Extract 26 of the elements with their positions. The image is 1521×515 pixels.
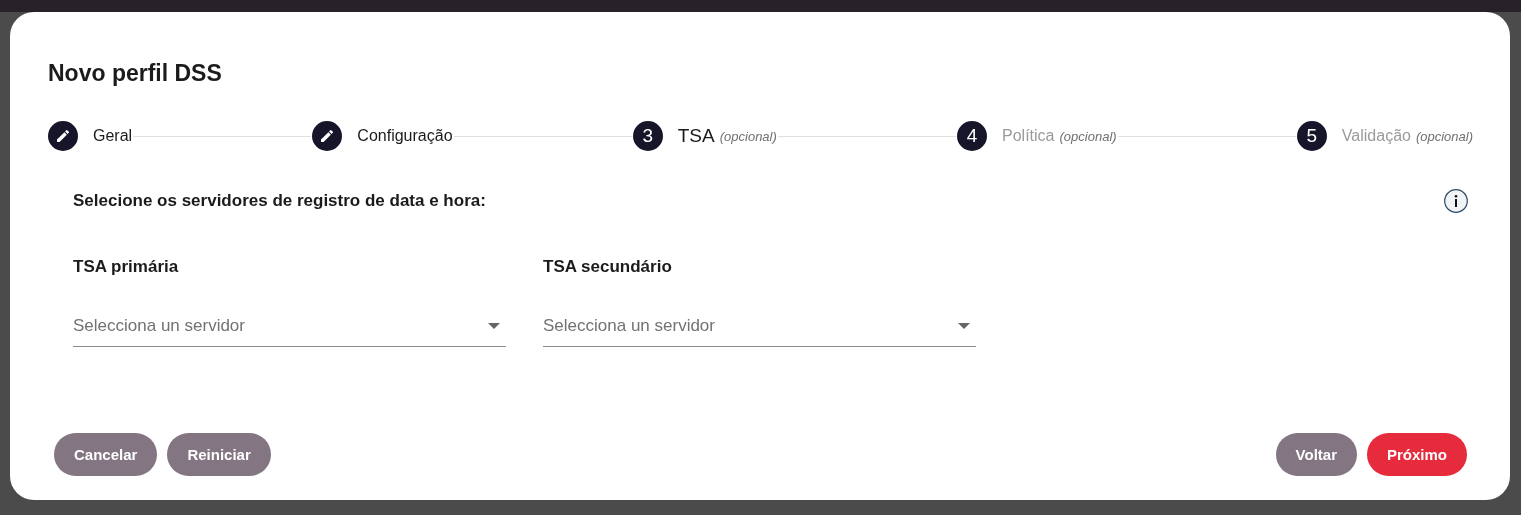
caret-icon: [958, 323, 970, 329]
step-number: 3: [632, 121, 663, 151]
server-dropdown[interactable]: Selecciona un servidor: [73, 313, 506, 347]
server-dropdown[interactable]: Selecciona un servidor: [543, 313, 976, 347]
step-label: TSA: [677, 125, 715, 147]
step-label: Geral: [93, 127, 133, 145]
optional-note: (opcional): [719, 128, 777, 144]
action-button[interactable]: Voltar: [1275, 433, 1357, 476]
step-label: Configuração: [357, 127, 453, 145]
caret-icon: [488, 323, 500, 329]
action-button[interactable]: Cancelar: [54, 433, 158, 476]
dialog-title: Novo perfil DSS: [48, 59, 223, 88]
field-label: TSA secundário: [543, 257, 673, 277]
pencil-icon: [48, 121, 78, 151]
next-button[interactable]: Próximo: [1367, 433, 1467, 476]
step-number: 5: [1296, 121, 1327, 151]
optional-note: (opcional): [1059, 128, 1117, 144]
section-heading: Selecione os servidores de registro de data e hora:: [73, 191, 486, 211]
optional-note: (opcional): [1415, 128, 1474, 144]
field-label: TSA primária: [73, 257, 180, 277]
action-button[interactable]: Reiniciar: [167, 433, 271, 476]
step-label: Validação: [1341, 127, 1411, 145]
step-label: Política: [1002, 127, 1055, 145]
info-icon[interactable]: [1444, 189, 1468, 213]
step-number: 4: [957, 121, 988, 151]
pencil-icon: [312, 121, 343, 151]
